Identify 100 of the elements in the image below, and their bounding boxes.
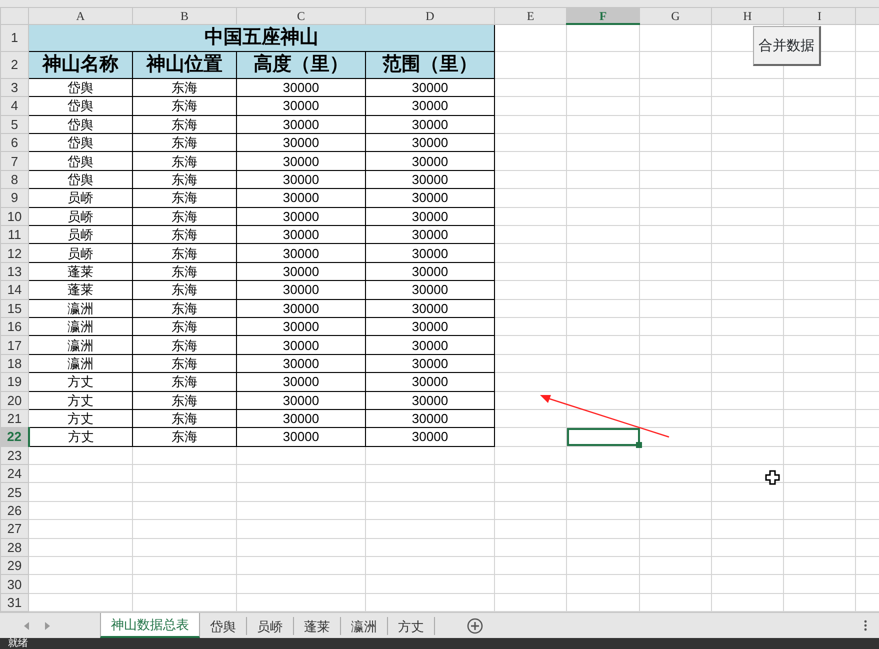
row-header[interactable]: 24	[0, 464, 28, 483]
more-icon[interactable]	[864, 620, 867, 632]
table-cell: 东海	[132, 152, 236, 170]
row-header[interactable]: 20	[0, 391, 28, 410]
table-cell: 东海	[132, 336, 236, 354]
row-header[interactable]: 3	[0, 78, 28, 97]
sheet-tab[interactable]: 方丈	[388, 617, 435, 636]
sheet-tab[interactable]: 瀛洲	[341, 617, 388, 636]
row-header[interactable]: 8	[0, 170, 28, 189]
table-cell: 东海	[132, 280, 236, 300]
table-cell: 员峤	[28, 188, 132, 208]
row-header[interactable]: 1	[0, 24, 28, 52]
row-header[interactable]: 21	[0, 409, 28, 428]
table-header: 神山位置	[132, 51, 236, 78]
table-cell: 30000	[236, 170, 366, 189]
table-cell: 30000	[366, 134, 494, 152]
row-header[interactable]: 18	[0, 354, 28, 373]
table-cell: 30000	[366, 262, 494, 281]
table-cell: 东海	[132, 170, 236, 189]
row-header[interactable]: 29	[0, 556, 28, 575]
row-header[interactable]: 14	[0, 280, 28, 300]
sheet-tab[interactable]: 岱舆	[200, 617, 247, 636]
table-cell: 蓬莱	[28, 262, 132, 281]
table-cell: 东海	[132, 115, 236, 134]
table-cell: 瀛洲	[28, 336, 132, 354]
row-header[interactable]: 4	[0, 96, 28, 116]
table-cell: 30000	[366, 78, 494, 97]
column-header[interactable]: H	[712, 7, 784, 24]
table-cell: 员峤	[28, 244, 132, 262]
row-header[interactable]: 31	[0, 593, 28, 612]
table-cell: 30000	[366, 391, 494, 410]
sheet-tab[interactable]: 神山数据总表	[100, 613, 200, 638]
column-header[interactable]: D	[366, 7, 494, 24]
row-header[interactable]: 17	[0, 336, 28, 354]
table-cell: 岱舆	[28, 152, 132, 170]
column-header[interactable]: A	[28, 7, 132, 24]
row-header[interactable]: 23	[0, 446, 28, 465]
table-cell: 瀛洲	[28, 299, 132, 318]
table-cell: 东海	[132, 262, 236, 281]
active-cell[interactable]	[566, 428, 640, 446]
table-cell: 30000	[236, 299, 366, 318]
table-header: 范围（里）	[366, 51, 494, 78]
table-cell: 30000	[366, 115, 494, 134]
table-cell: 30000	[236, 428, 366, 446]
table-cell: 岱舆	[28, 78, 132, 97]
row-header[interactable]: 12	[0, 244, 28, 262]
table-cell: 岱舆	[28, 96, 132, 116]
row-header[interactable]: 27	[0, 520, 28, 538]
table-cell: 30000	[236, 391, 366, 410]
table-cell: 东海	[132, 428, 236, 446]
table-cell: 30000	[236, 152, 366, 170]
table-cell: 30000	[236, 244, 366, 262]
column-header[interactable]: G	[640, 7, 712, 24]
add-sheet-icon[interactable]	[467, 618, 483, 634]
column-header[interactable]: C	[236, 7, 366, 24]
row-header[interactable]: 15	[0, 299, 28, 318]
fill-handle-icon[interactable]	[636, 442, 642, 448]
merge-data-button[interactable]: 合并数据	[753, 26, 821, 66]
row-header[interactable]: 7	[0, 152, 28, 170]
row-header[interactable]: 6	[0, 134, 28, 152]
column-header[interactable]: E	[494, 7, 566, 24]
row-header[interactable]: 16	[0, 317, 28, 336]
column-header[interactable]: B	[132, 7, 236, 24]
row-header[interactable]: 25	[0, 482, 28, 502]
table-cell: 30000	[366, 244, 494, 262]
table-cell: 30000	[236, 262, 366, 281]
row-header[interactable]: 9	[0, 188, 28, 208]
row-header[interactable]: 30	[0, 574, 28, 594]
table-cell: 岱舆	[28, 115, 132, 134]
table-cell: 30000	[236, 409, 366, 428]
table-cell: 30000	[236, 188, 366, 208]
table-cell: 30000	[366, 336, 494, 354]
table-cell: 30000	[366, 226, 494, 244]
table-cell: 30000	[366, 207, 494, 226]
row-header[interactable]: 11	[0, 226, 28, 244]
table-cell: 东海	[132, 96, 236, 116]
row-header[interactable]: 28	[0, 538, 28, 557]
table-cell: 30000	[236, 336, 366, 354]
column-header[interactable]: I	[784, 7, 856, 24]
table-cell: 30000	[236, 207, 366, 226]
table-cell: 瀛洲	[28, 354, 132, 373]
row-header[interactable]: 26	[0, 501, 28, 520]
row-header[interactable]: 19	[0, 372, 28, 392]
table-cell: 员峤	[28, 226, 132, 244]
table-cell: 东海	[132, 372, 236, 392]
row-header[interactable]: 2	[0, 51, 28, 78]
row-header[interactable]: 10	[0, 207, 28, 226]
table-cell: 岱舆	[28, 134, 132, 152]
row-header[interactable]: 5	[0, 115, 28, 134]
table-cell: 30000	[366, 409, 494, 428]
table-cell: 东海	[132, 188, 236, 208]
table-header: 神山名称	[28, 51, 132, 78]
table-cell: 30000	[236, 96, 366, 116]
table-cell: 30000	[236, 372, 366, 392]
row-header[interactable]: 13	[0, 262, 28, 281]
sheet-tab[interactable]: 蓬莱	[294, 617, 341, 636]
sheet-tab[interactable]: 员峤	[247, 617, 294, 636]
table-cell: 30000	[366, 428, 494, 446]
status-text: 就绪	[8, 638, 28, 649]
table-cell: 方丈	[28, 391, 132, 410]
